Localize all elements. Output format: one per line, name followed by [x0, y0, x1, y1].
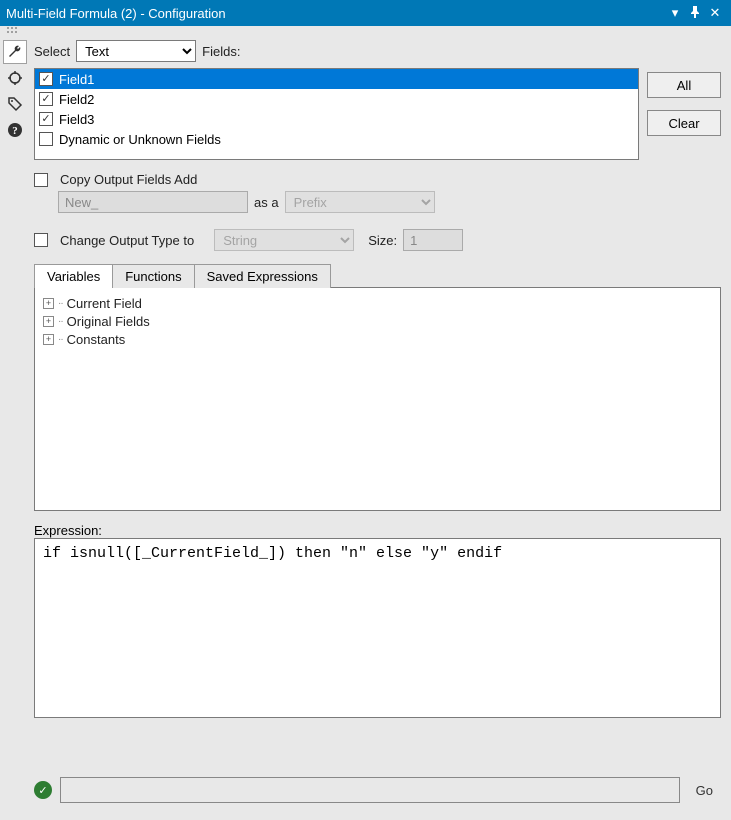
- expression-label: Expression:: [34, 523, 721, 538]
- expand-icon[interactable]: +: [43, 316, 54, 327]
- tab-functions[interactable]: Functions: [112, 264, 194, 288]
- field-label: Field2: [59, 92, 94, 107]
- left-toolbar: ?: [0, 36, 30, 820]
- target-icon[interactable]: [3, 66, 27, 90]
- select-label: Select: [34, 44, 70, 59]
- help-icon[interactable]: ?: [3, 118, 27, 142]
- prefix-suffix-dropdown[interactable]: Prefix: [285, 191, 435, 213]
- dropdown-icon[interactable]: ▾: [665, 5, 685, 21]
- tree-item[interactable]: +·· Constants: [43, 330, 712, 348]
- expand-icon[interactable]: +: [43, 334, 54, 345]
- go-button[interactable]: Go: [688, 779, 721, 802]
- tree-label: Current Field: [67, 296, 142, 311]
- status-ok-icon: ✓: [34, 781, 52, 799]
- copy-output-checkbox[interactable]: [34, 173, 48, 187]
- fields-label: Fields:: [202, 44, 240, 59]
- svg-text:?: ?: [12, 125, 18, 137]
- close-icon[interactable]: ✕: [705, 5, 725, 21]
- select-type-dropdown[interactable]: Text: [76, 40, 196, 62]
- titlebar: Multi-Field Formula (2) - Configuration …: [0, 0, 731, 26]
- tag-icon[interactable]: [3, 92, 27, 116]
- window-title: Multi-Field Formula (2) - Configuration: [6, 6, 665, 21]
- tree-item[interactable]: +·· Current Field: [43, 294, 712, 312]
- checkbox-icon[interactable]: [39, 72, 53, 86]
- tree-item[interactable]: +·· Original Fields: [43, 312, 712, 330]
- output-name-input[interactable]: [58, 191, 248, 213]
- field-label: Field3: [59, 112, 94, 127]
- field-item[interactable]: Field1: [35, 69, 638, 89]
- grip-handle[interactable]: [0, 26, 731, 36]
- size-input[interactable]: [403, 229, 463, 251]
- as-a-label: as a: [254, 195, 279, 210]
- checkbox-icon[interactable]: [39, 112, 53, 126]
- tree-label: Constants: [67, 332, 126, 347]
- status-message: [60, 777, 680, 803]
- field-item[interactable]: Field2: [35, 89, 638, 109]
- checkbox-icon[interactable]: [39, 92, 53, 106]
- field-item[interactable]: Field3: [35, 109, 638, 129]
- field-label: Dynamic or Unknown Fields: [59, 132, 221, 147]
- expression-tabs: Variables Functions Saved Expressions: [34, 263, 721, 287]
- change-type-checkbox[interactable]: [34, 233, 48, 247]
- output-type-dropdown[interactable]: String: [214, 229, 354, 251]
- all-button[interactable]: All: [647, 72, 721, 98]
- fields-listbox[interactable]: Field1 Field2 Field3 Dynamic or Unknown …: [34, 68, 639, 160]
- checkbox-icon[interactable]: [39, 132, 53, 146]
- expression-editor[interactable]: if isnull([_CurrentField_]) then "n" els…: [34, 538, 721, 718]
- size-label: Size:: [368, 233, 397, 248]
- expand-icon[interactable]: +: [43, 298, 54, 309]
- tree-label: Original Fields: [67, 314, 150, 329]
- change-type-label: Change Output Type to: [60, 233, 194, 248]
- tab-variables[interactable]: Variables: [34, 264, 113, 288]
- field-label: Field1: [59, 72, 94, 87]
- field-item[interactable]: Dynamic or Unknown Fields: [35, 129, 638, 149]
- main-panel: Select Text Fields: Field1 Field2 Field3: [30, 36, 731, 820]
- wrench-icon[interactable]: [3, 40, 27, 64]
- pin-icon[interactable]: [685, 6, 705, 21]
- variables-tree[interactable]: +·· Current Field +·· Original Fields +·…: [34, 287, 721, 511]
- clear-button[interactable]: Clear: [647, 110, 721, 136]
- copy-output-label: Copy Output Fields Add: [60, 172, 197, 187]
- tab-saved-expressions[interactable]: Saved Expressions: [194, 264, 331, 288]
